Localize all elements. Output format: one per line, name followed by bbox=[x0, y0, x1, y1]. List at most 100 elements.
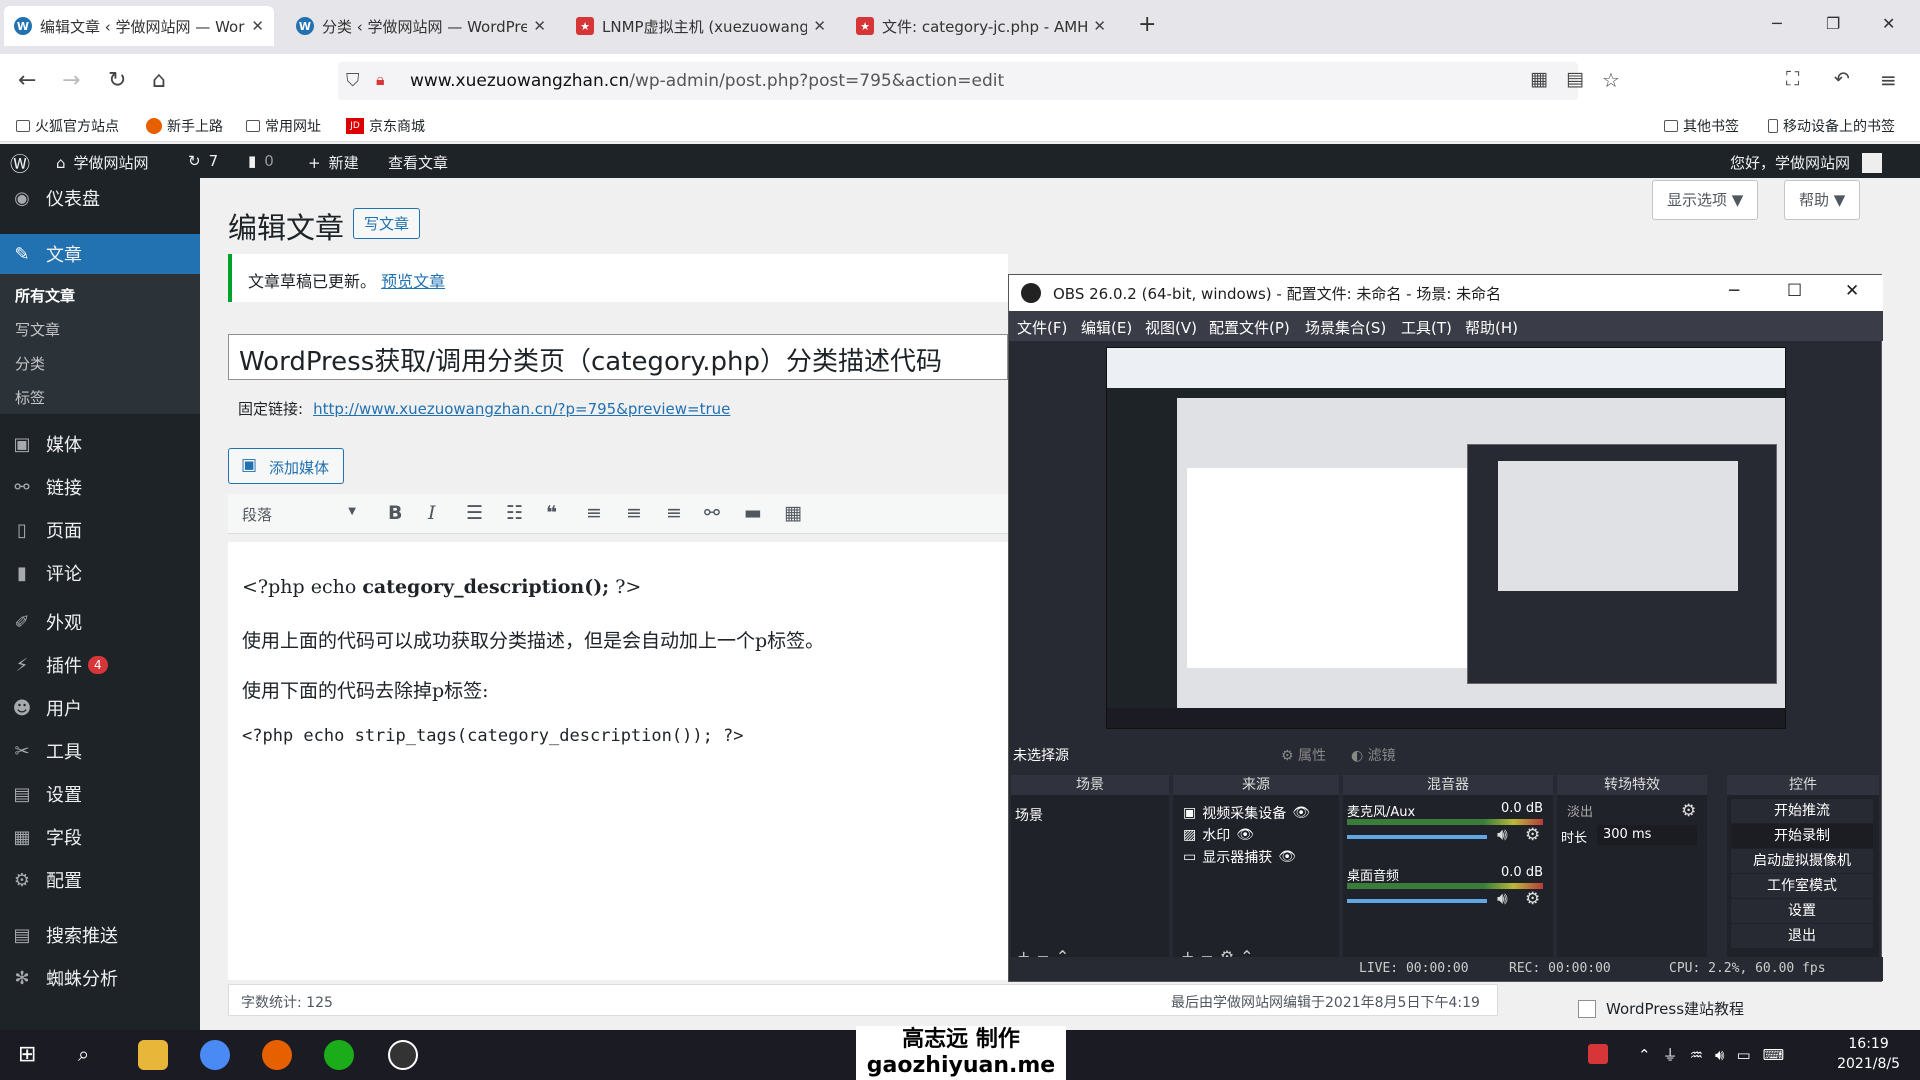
back-icon[interactable]: ← bbox=[18, 68, 36, 93]
screenshot-icon[interactable]: ⛶ bbox=[1786, 68, 1799, 90]
blockquote-icon[interactable]: ❝ bbox=[546, 502, 557, 524]
browser-tab[interactable]: W 编辑文章 ‹ 学做网站网 — Wor ✕ bbox=[4, 6, 274, 46]
reload-icon[interactable]: ↻ bbox=[108, 68, 126, 93]
exit-button[interactable]: 退出 bbox=[1731, 924, 1873, 948]
sidebar-item-tools[interactable]: ✂ 工具 bbox=[0, 731, 200, 771]
obs-menu-help[interactable]: 帮助(H) bbox=[1465, 317, 1518, 338]
eye-icon[interactable]: 👁︎ bbox=[1292, 805, 1310, 821]
obs-preview[interactable] bbox=[1106, 347, 1786, 729]
add-media-button[interactable]: ▣ 添加媒体 bbox=[228, 448, 345, 484]
source-item[interactable]: ▨ 水印 👁︎ bbox=[1183, 825, 1254, 845]
url-bar[interactable]: ⛉ 🔒︎ www.xuezuowangzhan.cn/wp-admin/post… bbox=[338, 62, 1578, 100]
bookmark-item[interactable]: 火狐官方站点 bbox=[16, 116, 119, 136]
view-post-link[interactable]: 查看文章 bbox=[388, 152, 448, 173]
post-title-input[interactable]: WordPress获取/调用分类页（category.php）分类描述代码 bbox=[228, 334, 1008, 380]
obs-menu-profile[interactable]: 配置文件(P) bbox=[1209, 317, 1290, 338]
gear-icon[interactable]: ⚙ bbox=[1525, 889, 1540, 909]
browser-tab[interactable]: ★ LNMP虚拟主机 (xuezuowang ✕ bbox=[566, 6, 836, 46]
bullet-list-icon[interactable]: ☰ bbox=[466, 502, 483, 524]
numbered-list-icon[interactable]: ☷ bbox=[506, 502, 523, 524]
account-greeting[interactable]: 您好，学做网站网 bbox=[1730, 152, 1883, 173]
updates-link[interactable]: ↻ 7 bbox=[188, 152, 218, 170]
search-icon[interactable]: ⌕ bbox=[78, 1042, 89, 1066]
sidebar-item-comments[interactable]: ▮ 评论 bbox=[0, 553, 200, 593]
obs-menu-tools[interactable]: 工具(T) bbox=[1401, 317, 1452, 338]
sidebar-item-fields[interactable]: ▦ 字段 bbox=[0, 817, 200, 857]
sidebar-item-links[interactable]: ⚯ 链接 bbox=[0, 467, 200, 507]
close-icon[interactable]: ✕ bbox=[251, 17, 264, 35]
duration-input[interactable]: 300 ms bbox=[1597, 825, 1697, 845]
home-icon[interactable]: ⌂ bbox=[152, 68, 166, 93]
windows-start-icon[interactable]: ⊞ bbox=[18, 1042, 36, 1067]
close-window-icon[interactable]: ✕ bbox=[1845, 281, 1859, 301]
obs-taskbar-icon[interactable] bbox=[388, 1040, 418, 1070]
source-item[interactable]: ▭ 显示器捕获 👁︎ bbox=[1183, 847, 1296, 867]
gear-icon[interactable]: ⚙ bbox=[1525, 825, 1540, 845]
obs-menu-file[interactable]: 文件(F) bbox=[1017, 317, 1067, 338]
permalink-link[interactable]: http://www.xuezuowangzhan.cn/?p=795&prev… bbox=[313, 400, 730, 418]
forward-icon[interactable]: → bbox=[62, 68, 80, 93]
browser-tab[interactable]: W 分类 ‹ 学做网站网 — WordPre ✕ bbox=[286, 6, 556, 46]
sidebar-item-posts[interactable]: ✎ 文章 bbox=[0, 234, 200, 274]
minimize-icon[interactable]: ─ bbox=[1729, 281, 1739, 301]
close-icon[interactable]: ✕ bbox=[1093, 17, 1106, 35]
maximize-icon[interactable]: ☐ bbox=[1787, 281, 1802, 301]
post-content-editor[interactable]: <?php echo category_description(); ?> 使用… bbox=[228, 542, 1008, 980]
speaker-icon[interactable]: 🔊︎ bbox=[1497, 889, 1508, 909]
reader-view-icon[interactable]: ▤ bbox=[1566, 68, 1584, 90]
site-name-link[interactable]: ⌂ 学做网站网 bbox=[56, 152, 149, 173]
source-filters-button[interactable]: ◐ 滤镜 bbox=[1351, 745, 1396, 765]
sidebar-item-settings[interactable]: ▤ 设置 bbox=[0, 774, 200, 814]
system-tray-icons[interactable]: ⌃⏚♒🔊︎▭⌨ bbox=[1638, 1044, 1796, 1065]
new-content-link[interactable]: + 新建 bbox=[308, 152, 359, 173]
italic-icon[interactable]: I bbox=[428, 502, 436, 524]
source-item[interactable]: ▣ 视频采集设备 👁︎ bbox=[1183, 803, 1310, 823]
app-tray-icon[interactable] bbox=[1588, 1044, 1608, 1064]
start-streaming-button[interactable]: 开始推流 bbox=[1731, 799, 1873, 823]
volume-slider[interactable] bbox=[1347, 899, 1487, 903]
gear-icon[interactable]: ⚙ bbox=[1681, 801, 1696, 821]
close-icon[interactable]: ✕ bbox=[533, 17, 546, 35]
preview-post-link[interactable]: 预览文章 bbox=[381, 272, 445, 291]
sidebar-item-users[interactable]: ☻ 用户 bbox=[0, 688, 200, 728]
start-recording-button[interactable]: 开始录制 bbox=[1731, 824, 1873, 848]
scene-item[interactable]: 场景 bbox=[1015, 805, 1043, 825]
minimize-icon[interactable]: ─ bbox=[1772, 14, 1782, 33]
sidebar-item-search-push[interactable]: ▤ 搜索推送 bbox=[0, 915, 200, 955]
eye-icon[interactable]: 👁︎ bbox=[1236, 827, 1254, 843]
source-properties-button[interactable]: ⚙ 属性 bbox=[1281, 745, 1326, 765]
sidebar-item-plugins[interactable]: ⚡ 插件 4 bbox=[0, 645, 200, 685]
wechat-icon[interactable] bbox=[324, 1040, 354, 1070]
wordpress-logo-icon[interactable]: Ⓦ bbox=[10, 148, 30, 177]
transition-select[interactable]: 淡出 bbox=[1561, 801, 1671, 821]
bookmark-star-icon[interactable]: ☆ bbox=[1602, 68, 1620, 92]
file-explorer-icon[interactable] bbox=[138, 1040, 168, 1070]
category-checkbox[interactable] bbox=[1578, 999, 1596, 1018]
bookmark-item[interactable]: 其他书签 bbox=[1664, 116, 1739, 136]
bookmark-item[interactable]: 移动设备上的书签 bbox=[1768, 116, 1895, 136]
obs-menu-view[interactable]: 视图(V) bbox=[1145, 317, 1197, 338]
volume-slider[interactable] bbox=[1347, 835, 1487, 839]
obs-menu-scene-collection[interactable]: 场景集合(S) bbox=[1305, 317, 1386, 338]
add-new-post-button[interactable]: 写文章 bbox=[353, 208, 421, 239]
sidebar-item-spider[interactable]: ✻ 蜘蛛分析 bbox=[0, 958, 200, 998]
format-select[interactable]: 段落 ▼ bbox=[236, 500, 362, 528]
browser-tab[interactable]: ★ 文件: category-jc.php - AMH ✕ bbox=[846, 6, 1116, 46]
align-right-icon[interactable]: ≡ bbox=[666, 502, 682, 524]
align-center-icon[interactable]: ≡ bbox=[626, 502, 642, 524]
bookmark-item[interactable]: 新手上路 bbox=[146, 116, 223, 136]
bookmark-item[interactable]: 常用网址 bbox=[246, 116, 321, 136]
sidebar-item-appearance[interactable]: ✐ 外观 bbox=[0, 602, 200, 642]
align-left-icon[interactable]: ≡ bbox=[586, 502, 602, 524]
sidebar-item-media[interactable]: ▣ 媒体 bbox=[0, 424, 200, 464]
sidebar-item-pages[interactable]: ▯ 页面 bbox=[0, 510, 200, 550]
settings-button[interactable]: 设置 bbox=[1731, 899, 1873, 923]
submenu-tags[interactable]: 标签 bbox=[0, 380, 200, 414]
studio-mode-button[interactable]: 工作室模式 bbox=[1731, 874, 1873, 898]
help-button[interactable]: 帮助 ▼ bbox=[1784, 180, 1861, 220]
qr-code-icon[interactable]: ▦ bbox=[1530, 68, 1548, 90]
sidebar-item-dashboard[interactable]: ◉ 仪表盘 bbox=[0, 178, 200, 218]
submenu-all-posts[interactable]: 所有文章 bbox=[0, 278, 200, 312]
start-virtual-camera-button[interactable]: 启动虚拟摄像机 bbox=[1731, 849, 1873, 873]
link-icon[interactable]: ⚯ bbox=[704, 502, 720, 524]
